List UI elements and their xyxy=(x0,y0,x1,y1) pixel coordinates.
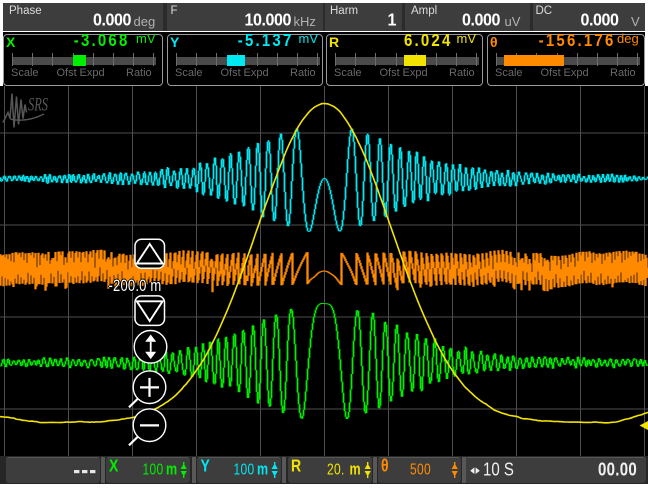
svg-text:SRS: SRS xyxy=(28,94,48,115)
